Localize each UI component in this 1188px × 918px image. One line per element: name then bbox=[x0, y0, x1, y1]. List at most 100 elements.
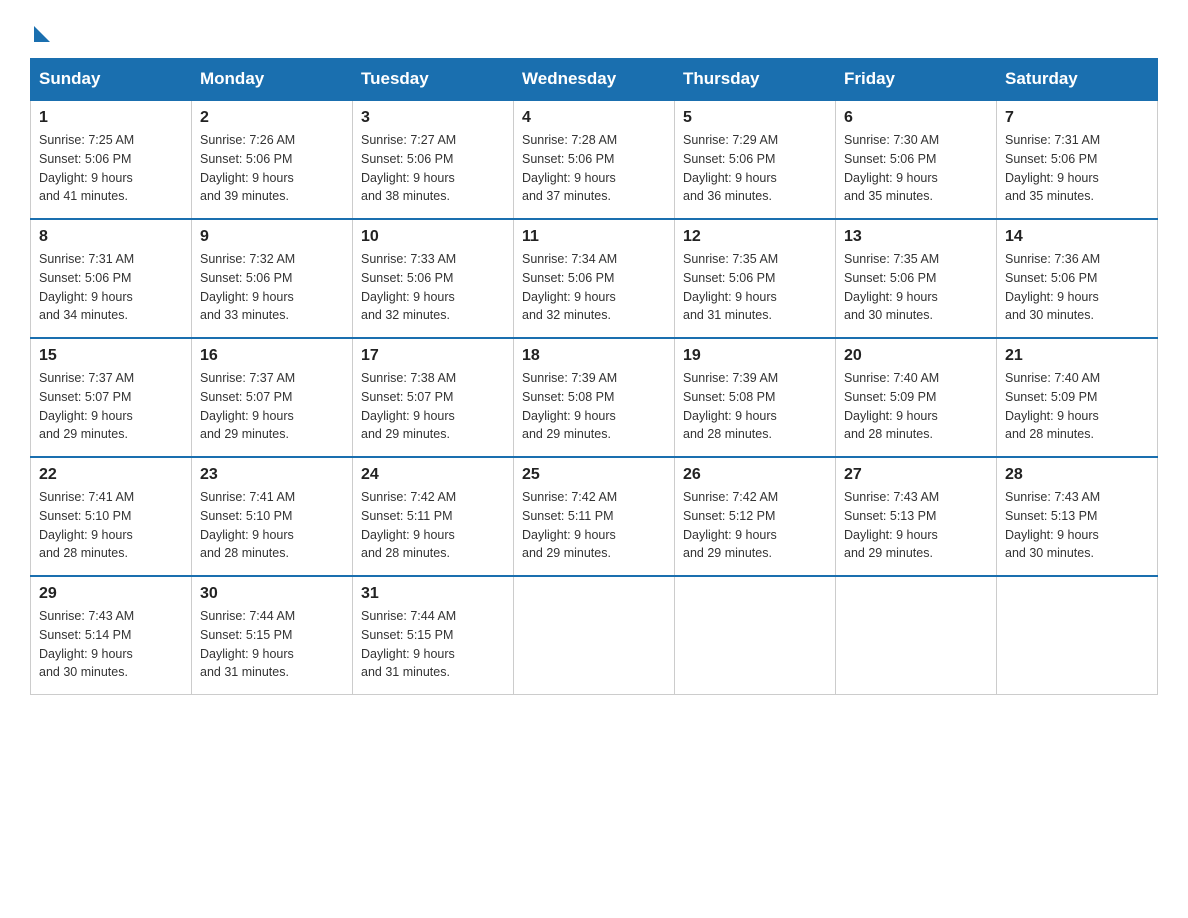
day-number: 22 bbox=[39, 466, 183, 484]
day-number: 18 bbox=[522, 347, 666, 365]
day-number: 24 bbox=[361, 466, 505, 484]
calendar-cell: 22 Sunrise: 7:41 AMSunset: 5:10 PMDayligh… bbox=[31, 457, 192, 576]
calendar-cell: 3 Sunrise: 7:27 AMSunset: 5:06 PMDaylight… bbox=[353, 100, 514, 219]
day-number: 25 bbox=[522, 466, 666, 484]
day-of-week-header: Saturday bbox=[997, 59, 1158, 101]
week-row: 22 Sunrise: 7:41 AMSunset: 5:10 PMDayligh… bbox=[31, 457, 1158, 576]
day-number: 3 bbox=[361, 109, 505, 127]
day-info: Sunrise: 7:32 AMSunset: 5:06 PMDaylight:… bbox=[200, 250, 344, 325]
calendar-cell: 30 Sunrise: 7:44 AMSunset: 5:15 PMDayligh… bbox=[192, 576, 353, 695]
day-of-week-header: Wednesday bbox=[514, 59, 675, 101]
day-info: Sunrise: 7:30 AMSunset: 5:06 PMDaylight:… bbox=[844, 131, 988, 206]
calendar-cell: 24 Sunrise: 7:42 AMSunset: 5:11 PMDayligh… bbox=[353, 457, 514, 576]
calendar-cell: 8Sunrise: 7:31 AMSunset: 5:06 PMDaylight… bbox=[31, 219, 192, 338]
day-info: Sunrise: 7:40 AMSunset: 5:09 PMDaylight:… bbox=[844, 369, 988, 444]
calendar-cell: 1 Sunrise: 7:25 AMSunset: 5:06 PMDaylight… bbox=[31, 100, 192, 219]
calendar-cell bbox=[675, 576, 836, 695]
week-row: 1 Sunrise: 7:25 AMSunset: 5:06 PMDaylight… bbox=[31, 100, 1158, 219]
day-info: Sunrise: 7:25 AMSunset: 5:06 PMDaylight:… bbox=[39, 131, 183, 206]
calendar-cell bbox=[514, 576, 675, 695]
day-number: 5 bbox=[683, 109, 827, 127]
calendar-table: SundayMondayTuesdayWednesdayThursdayFrid… bbox=[30, 58, 1158, 695]
calendar-cell: 2 Sunrise: 7:26 AMSunset: 5:06 PMDaylight… bbox=[192, 100, 353, 219]
day-info: Sunrise: 7:40 AMSunset: 5:09 PMDaylight:… bbox=[1005, 369, 1149, 444]
day-info: Sunrise: 7:33 AMSunset: 5:06 PMDaylight:… bbox=[361, 250, 505, 325]
calendar-cell: 23Sunrise: 7:41 AMSunset: 5:10 PMDayligh… bbox=[192, 457, 353, 576]
day-number: 27 bbox=[844, 466, 988, 484]
calendar-cell: 19 Sunrise: 7:39 AMSunset: 5:08 PMDayligh… bbox=[675, 338, 836, 457]
day-info: Sunrise: 7:39 AMSunset: 5:08 PMDaylight:… bbox=[683, 369, 827, 444]
day-info: Sunrise: 7:41 AMSunset: 5:10 PMDaylight:… bbox=[39, 488, 183, 563]
day-info: Sunrise: 7:35 AMSunset: 5:06 PMDaylight:… bbox=[844, 250, 988, 325]
calendar-cell: 25Sunrise: 7:42 AMSunset: 5:11 PMDayligh… bbox=[514, 457, 675, 576]
day-info: Sunrise: 7:37 AMSunset: 5:07 PMDaylight:… bbox=[200, 369, 344, 444]
calendar-header-row: SundayMondayTuesdayWednesdayThursdayFrid… bbox=[31, 59, 1158, 101]
calendar-cell: 10 Sunrise: 7:33 AMSunset: 5:06 PMDayligh… bbox=[353, 219, 514, 338]
day-number: 19 bbox=[683, 347, 827, 365]
day-info: Sunrise: 7:44 AMSunset: 5:15 PMDaylight:… bbox=[200, 607, 344, 682]
day-number: 7 bbox=[1005, 109, 1149, 127]
calendar-cell: 5 Sunrise: 7:29 AMSunset: 5:06 PMDaylight… bbox=[675, 100, 836, 219]
day-number: 21 bbox=[1005, 347, 1149, 365]
calendar-cell bbox=[836, 576, 997, 695]
day-of-week-header: Friday bbox=[836, 59, 997, 101]
calendar-cell: 12 Sunrise: 7:35 AMSunset: 5:06 PMDayligh… bbox=[675, 219, 836, 338]
logo-triangle-icon bbox=[34, 26, 50, 42]
calendar-cell: 4Sunrise: 7:28 AMSunset: 5:06 PMDaylight… bbox=[514, 100, 675, 219]
calendar-cell: 21 Sunrise: 7:40 AMSunset: 5:09 PMDayligh… bbox=[997, 338, 1158, 457]
calendar-cell: 9 Sunrise: 7:32 AMSunset: 5:06 PMDaylight… bbox=[192, 219, 353, 338]
day-number: 17 bbox=[361, 347, 505, 365]
week-row: 29Sunrise: 7:43 AMSunset: 5:14 PMDayligh… bbox=[31, 576, 1158, 695]
calendar-cell: 7 Sunrise: 7:31 AMSunset: 5:06 PMDaylight… bbox=[997, 100, 1158, 219]
day-number: 30 bbox=[200, 585, 344, 603]
day-info: Sunrise: 7:39 AMSunset: 5:08 PMDaylight:… bbox=[522, 369, 666, 444]
calendar-cell: 14 Sunrise: 7:36 AMSunset: 5:06 PMDayligh… bbox=[997, 219, 1158, 338]
day-number: 14 bbox=[1005, 228, 1149, 246]
calendar-cell: 6 Sunrise: 7:30 AMSunset: 5:06 PMDaylight… bbox=[836, 100, 997, 219]
calendar-cell: 31 Sunrise: 7:44 AMSunset: 5:15 PMDayligh… bbox=[353, 576, 514, 695]
day-info: Sunrise: 7:42 AMSunset: 5:11 PMDaylight:… bbox=[361, 488, 505, 563]
day-number: 9 bbox=[200, 228, 344, 246]
day-info: Sunrise: 7:31 AMSunset: 5:06 PMDaylight:… bbox=[1005, 131, 1149, 206]
day-of-week-header: Thursday bbox=[675, 59, 836, 101]
day-number: 1 bbox=[39, 109, 183, 127]
day-info: Sunrise: 7:36 AMSunset: 5:06 PMDaylight:… bbox=[1005, 250, 1149, 325]
calendar-cell: 16Sunrise: 7:37 AMSunset: 5:07 PMDayligh… bbox=[192, 338, 353, 457]
day-info: Sunrise: 7:38 AMSunset: 5:07 PMDaylight:… bbox=[361, 369, 505, 444]
day-of-week-header: Tuesday bbox=[353, 59, 514, 101]
day-info: Sunrise: 7:28 AMSunset: 5:06 PMDaylight:… bbox=[522, 131, 666, 206]
day-info: Sunrise: 7:29 AMSunset: 5:06 PMDaylight:… bbox=[683, 131, 827, 206]
calendar-cell: 13 Sunrise: 7:35 AMSunset: 5:06 PMDayligh… bbox=[836, 219, 997, 338]
calendar-cell: 29Sunrise: 7:43 AMSunset: 5:14 PMDayligh… bbox=[31, 576, 192, 695]
page-header bbox=[30, 20, 1158, 38]
week-row: 8Sunrise: 7:31 AMSunset: 5:06 PMDaylight… bbox=[31, 219, 1158, 338]
calendar-cell bbox=[997, 576, 1158, 695]
day-info: Sunrise: 7:27 AMSunset: 5:06 PMDaylight:… bbox=[361, 131, 505, 206]
week-row: 15Sunrise: 7:37 AMSunset: 5:07 PMDayligh… bbox=[31, 338, 1158, 457]
day-number: 10 bbox=[361, 228, 505, 246]
day-number: 6 bbox=[844, 109, 988, 127]
calendar-cell: 26 Sunrise: 7:42 AMSunset: 5:12 PMDayligh… bbox=[675, 457, 836, 576]
day-info: Sunrise: 7:43 AMSunset: 5:13 PMDaylight:… bbox=[1005, 488, 1149, 563]
day-number: 2 bbox=[200, 109, 344, 127]
day-info: Sunrise: 7:37 AMSunset: 5:07 PMDaylight:… bbox=[39, 369, 183, 444]
calendar-cell: 20 Sunrise: 7:40 AMSunset: 5:09 PMDayligh… bbox=[836, 338, 997, 457]
day-info: Sunrise: 7:35 AMSunset: 5:06 PMDaylight:… bbox=[683, 250, 827, 325]
day-info: Sunrise: 7:26 AMSunset: 5:06 PMDaylight:… bbox=[200, 131, 344, 206]
calendar-cell: 28Sunrise: 7:43 AMSunset: 5:13 PMDayligh… bbox=[997, 457, 1158, 576]
day-number: 12 bbox=[683, 228, 827, 246]
day-info: Sunrise: 7:42 AMSunset: 5:12 PMDaylight:… bbox=[683, 488, 827, 563]
calendar-cell: 11Sunrise: 7:34 AMSunset: 5:06 PMDayligh… bbox=[514, 219, 675, 338]
day-number: 23 bbox=[200, 466, 344, 484]
day-number: 26 bbox=[683, 466, 827, 484]
logo bbox=[30, 20, 50, 38]
calendar-cell: 27Sunrise: 7:43 AMSunset: 5:13 PMDayligh… bbox=[836, 457, 997, 576]
day-number: 8 bbox=[39, 228, 183, 246]
day-number: 31 bbox=[361, 585, 505, 603]
day-of-week-header: Monday bbox=[192, 59, 353, 101]
day-number: 13 bbox=[844, 228, 988, 246]
day-info: Sunrise: 7:44 AMSunset: 5:15 PMDaylight:… bbox=[361, 607, 505, 682]
day-number: 20 bbox=[844, 347, 988, 365]
day-of-week-header: Sunday bbox=[31, 59, 192, 101]
day-info: Sunrise: 7:43 AMSunset: 5:14 PMDaylight:… bbox=[39, 607, 183, 682]
